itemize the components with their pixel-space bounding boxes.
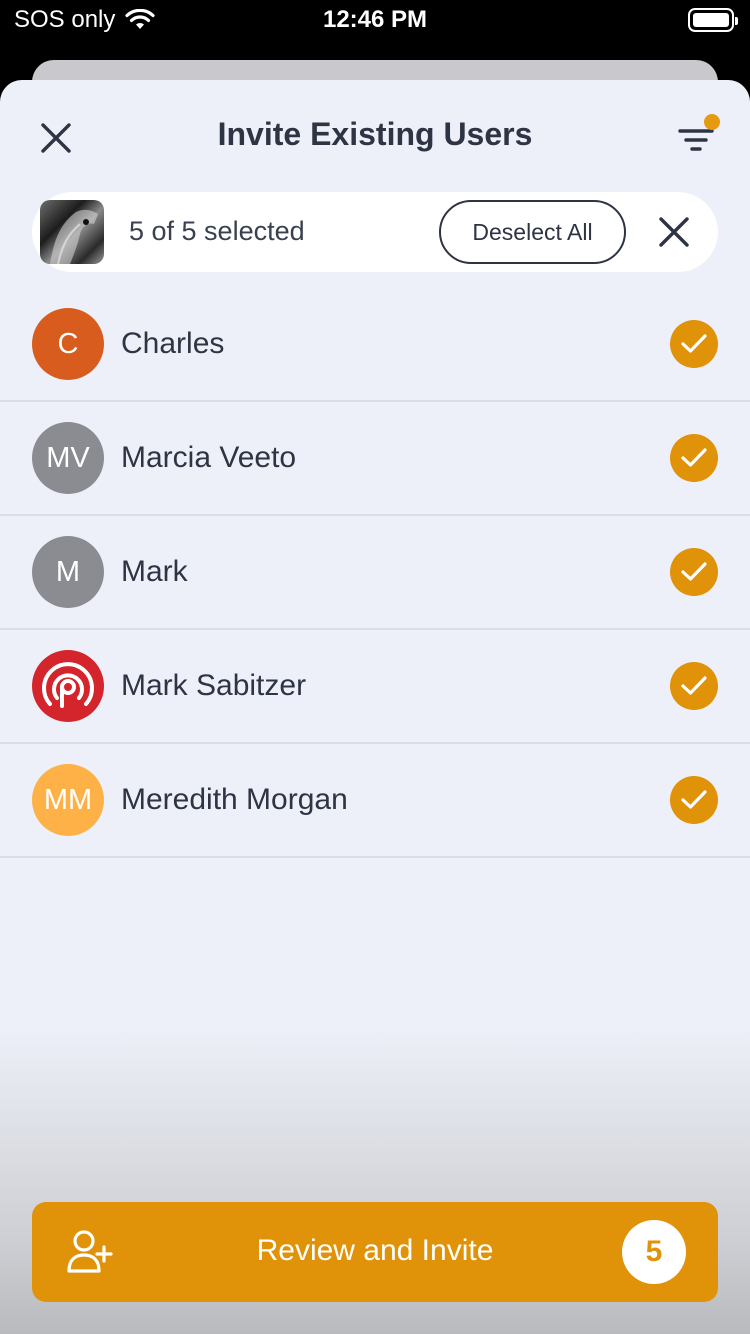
sheet-header: Invite Existing Users <box>0 80 750 192</box>
page-title: Invite Existing Users <box>217 116 533 152</box>
user-row-mark-sabitzer[interactable]: Mark Sabitzer <box>0 630 750 744</box>
checkmark-icon <box>681 676 707 695</box>
avatar: MM <box>32 764 104 836</box>
horse-photo-icon <box>50 209 98 264</box>
battery-level <box>693 13 729 27</box>
checkmark-icon <box>681 562 707 581</box>
avatar: MV <box>32 422 104 494</box>
user-name: Marcia Veeto <box>121 441 297 474</box>
filter-button[interactable] <box>670 114 722 166</box>
close-icon <box>659 217 689 247</box>
user-name: Mark Sabitzer <box>121 669 307 702</box>
selected-checkbox[interactable] <box>670 434 718 482</box>
selection-count: 5 of 5 selected <box>129 216 305 246</box>
battery-icon <box>688 8 738 32</box>
checkmark-icon <box>681 334 707 353</box>
user-row-mark[interactable]: M Mark <box>0 516 750 630</box>
status-time: 12:46 PM <box>322 6 428 33</box>
review-and-invite-label: Review and Invite <box>256 1234 494 1267</box>
selected-checkbox[interactable] <box>670 548 718 596</box>
selection-thumbnail <box>40 200 104 264</box>
user-name: Mark <box>121 555 188 588</box>
avatar: M <box>32 536 104 608</box>
review-and-invite-button[interactable]: Review and Invite 5 <box>32 1202 718 1302</box>
avatar: C <box>32 308 104 380</box>
user-list: C Charles MV Marcia Veeto M Mark Mark Sa… <box>0 288 750 858</box>
clear-selection-button[interactable] <box>650 208 698 256</box>
p-signal-logo-icon <box>42 662 94 708</box>
status-bar: SOS only 12:46 PM <box>0 0 750 42</box>
user-row-meredith-morgan[interactable]: MM Meredith Morgan <box>0 744 750 858</box>
invite-count-badge: 5 <box>622 1220 686 1284</box>
user-name: Meredith Morgan <box>121 783 348 816</box>
user-row-marcia-veeto[interactable]: MV Marcia Veeto <box>0 402 750 516</box>
deselect-all-button[interactable]: Deselect All <box>439 200 626 264</box>
selection-bar: 5 of 5 selected Deselect All <box>32 192 718 272</box>
checkmark-icon <box>681 790 707 809</box>
user-row-charles[interactable]: C Charles <box>0 288 750 402</box>
invite-sheet: Invite Existing Users 5 of 5 selected De… <box>0 80 750 1334</box>
checkmark-icon <box>681 448 707 467</box>
selected-checkbox[interactable] <box>670 662 718 710</box>
user-name: Charles <box>121 327 225 360</box>
selected-checkbox[interactable] <box>670 320 718 368</box>
avatar <box>32 650 104 722</box>
filter-active-dot <box>704 114 720 130</box>
selected-checkbox[interactable] <box>670 776 718 824</box>
status-right <box>688 8 738 32</box>
